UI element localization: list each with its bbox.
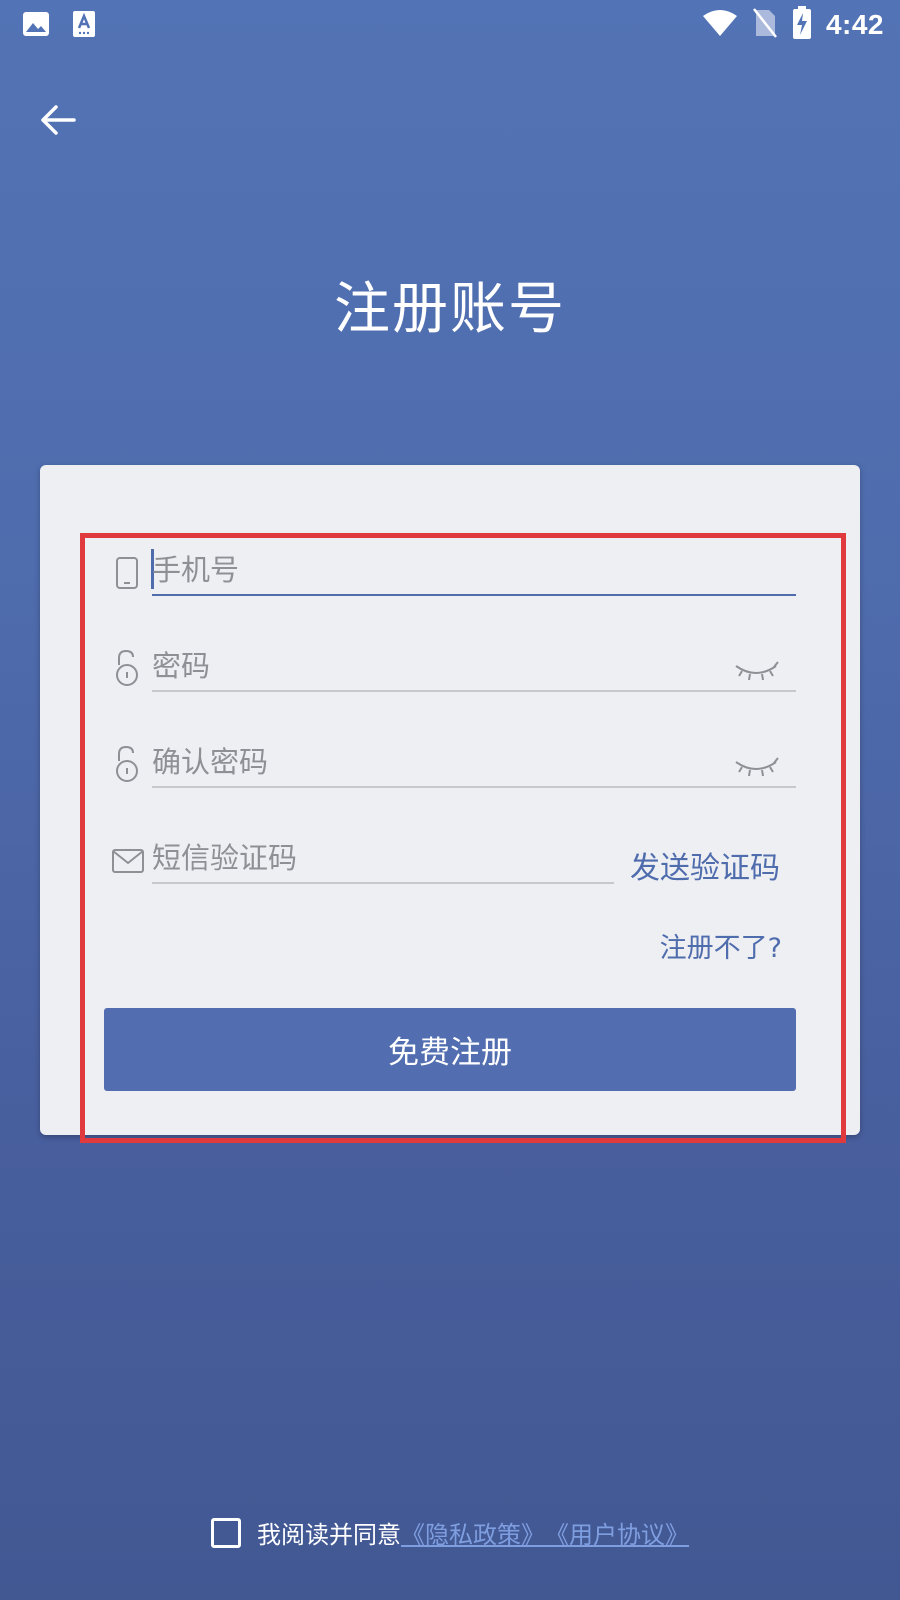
password-underline (152, 690, 796, 692)
register-button[interactable]: 免费注册 (104, 1008, 796, 1091)
phone-input[interactable] (152, 548, 772, 592)
confirm-password-underline (152, 786, 796, 788)
unlock-icon (113, 744, 141, 784)
mail-icon (111, 847, 145, 875)
status-bar-right: 4:42 (702, 6, 884, 44)
no-sim-icon (752, 7, 778, 43)
back-button[interactable] (34, 98, 82, 146)
sms-code-input[interactable] (152, 836, 612, 880)
eye-closed-icon[interactable] (733, 660, 779, 684)
user-agreement-link[interactable]: 《用户协议》 (545, 1515, 689, 1550)
confirm-password-input[interactable] (152, 740, 712, 784)
unlock-icon (113, 648, 141, 688)
agree-checkbox[interactable] (211, 1517, 241, 1548)
eye-closed-icon[interactable] (733, 756, 779, 780)
keyboard-a-icon (72, 10, 96, 42)
send-code-button[interactable]: 发送验证码 (630, 843, 780, 887)
image-icon (22, 11, 50, 41)
battery-charging-icon (792, 6, 812, 44)
wifi-icon (702, 8, 738, 42)
agree-text: 我阅读并同意 (257, 1521, 401, 1549)
status-bar-left (22, 10, 96, 42)
agreement-row: 我阅读并同意 《隐私政策》 《用户协议》 (0, 1515, 900, 1550)
password-input[interactable] (152, 644, 712, 688)
status-bar: 4:42 (0, 0, 900, 50)
sms-code-underline (152, 882, 614, 884)
cant-register-link[interactable]: 注册不了? (660, 926, 782, 965)
status-time: 4:42 (825, 9, 884, 40)
page-title: 注册账号 (334, 277, 566, 342)
phone-icon (114, 555, 140, 591)
privacy-policy-link[interactable]: 《隐私政策》 (401, 1515, 545, 1550)
arrow-left-icon (40, 104, 76, 140)
phone-underline (152, 594, 796, 596)
